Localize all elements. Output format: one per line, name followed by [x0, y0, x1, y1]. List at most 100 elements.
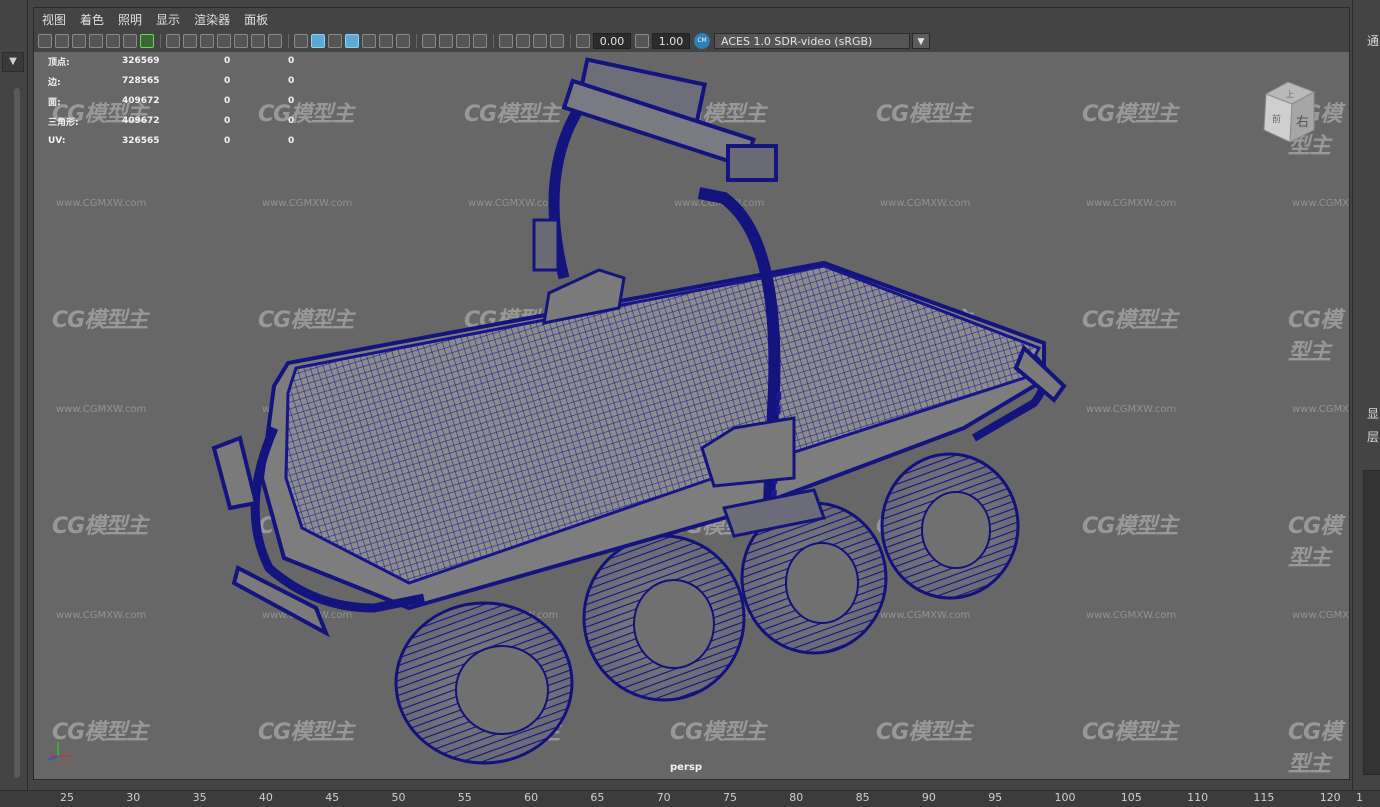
right-panel-scroll-area[interactable]	[1363, 470, 1380, 775]
hud-v1: 326569	[122, 56, 160, 66]
field-chart-icon[interactable]	[234, 34, 248, 48]
ruler-tick-label: 105	[1120, 791, 1142, 804]
ruler-tick-label: 80	[789, 791, 804, 804]
motion-blur-icon[interactable]	[439, 34, 453, 48]
resolution-gate-icon[interactable]	[200, 34, 214, 48]
depth-of-field-icon[interactable]	[473, 34, 487, 48]
ruler-tick-label: 30	[126, 791, 141, 804]
color-space-select[interactable]: ACES 1.0 SDR-video (sRGB)	[714, 33, 910, 49]
camera-attributes-icon[interactable]	[55, 34, 69, 48]
color-management-icon[interactable]: CM	[694, 33, 710, 49]
hud-v3: 0	[288, 56, 295, 66]
ruler-tick-label: 55	[457, 791, 472, 804]
ruler-tick-label: 65	[590, 791, 605, 804]
ruler-tick-label: 60	[524, 791, 539, 804]
menu-lighting[interactable]: 照明	[118, 11, 142, 28]
ruler-tick-label: 120	[1319, 791, 1341, 804]
hud-v2: 0	[224, 56, 231, 66]
viewcube-front-label: 前	[1272, 113, 1281, 125]
ruler-tick-label: 40	[258, 791, 273, 804]
safe-title-icon[interactable]	[268, 34, 282, 48]
multisample-aa-icon[interactable]	[456, 34, 470, 48]
smooth-shade-icon[interactable]	[311, 34, 325, 48]
left-scrollbar[interactable]	[14, 88, 20, 778]
menu-renderer[interactable]: 渲染器	[194, 11, 230, 28]
use-all-lights-icon[interactable]	[379, 34, 393, 48]
ruler-tick-label: 70	[656, 791, 671, 804]
hud-label: 面:	[48, 97, 61, 108]
ambient-occlusion-icon[interactable]	[422, 34, 436, 48]
ruler-tick-label: 115	[1253, 791, 1275, 804]
wireframe-icon[interactable]	[294, 34, 308, 48]
toolbar-separator	[160, 34, 161, 48]
grid-icon[interactable]	[166, 34, 180, 48]
gamma-icon[interactable]	[635, 34, 649, 48]
camera-lock-icon[interactable]	[106, 34, 120, 48]
ruler-tick-label: 100	[1054, 791, 1076, 804]
wheel-front-right	[582, 534, 746, 702]
menu-panels[interactable]: 面板	[244, 11, 268, 28]
exposure-icon[interactable]	[576, 34, 590, 48]
default-material-icon[interactable]	[328, 34, 342, 48]
ruler-tick-label: 25	[60, 791, 74, 804]
hud-label: 边:	[48, 77, 61, 88]
safe-action-icon[interactable]	[251, 34, 265, 48]
select-camera-icon[interactable]	[38, 34, 52, 48]
menu-view[interactable]: 视图	[42, 11, 66, 28]
xray-joints-icon[interactable]	[516, 34, 530, 48]
hud-row: UV: 326565 0 0	[48, 131, 328, 151]
persp-viewport[interactable]: CG模型主 www.CGMXW.com CG模型主 www.CGMXW.com CG模型…	[33, 7, 1350, 780]
hud-v1: 409672	[122, 96, 160, 106]
hud-v2: 0	[224, 136, 231, 146]
xray-active-icon[interactable]	[533, 34, 547, 48]
chevron-down-icon[interactable]: ▼	[912, 33, 930, 49]
gamma-field[interactable]: 1.00	[652, 33, 690, 49]
2d-pan-zoom-icon[interactable]	[123, 34, 137, 48]
exposure-field[interactable]: 0.00	[593, 33, 631, 49]
hud-v1: 326565	[122, 136, 160, 146]
toolbar-separator	[288, 34, 289, 48]
viewport-menubar: 视图 着色 照明 显示 渲染器 面板	[34, 8, 1349, 30]
ruler-tick-label: 35	[192, 791, 207, 804]
wireframe-on-shaded-icon[interactable]	[345, 34, 359, 48]
xray-icon[interactable]	[362, 34, 376, 48]
menu-shading[interactable]: 着色	[80, 11, 104, 28]
viewport-toolbar: 0.00 1.00 CM ACES 1.0 SDR-video (sRGB) ▼	[34, 30, 1349, 52]
image-plane-icon[interactable]	[89, 34, 103, 48]
right-panel-tab-display[interactable]: 显	[1367, 405, 1379, 422]
hud-row: 面: 409672 0 0	[48, 91, 328, 111]
bookmark-icon[interactable]	[72, 34, 86, 48]
ruler-tick-label: 90	[921, 791, 936, 804]
hud-row: 边: 728565 0 0	[48, 71, 328, 91]
gate-mask-icon[interactable]	[217, 34, 231, 48]
wheel-rear-right	[880, 452, 1020, 600]
right-panel: 通 显 层	[1352, 0, 1380, 790]
toolbar-separator	[416, 34, 417, 48]
maya-window: ▼ CG模型主 www.CGMXW.com CG模型主 www.CGMXW.com CG…	[0, 0, 1380, 807]
hud-v2: 0	[224, 96, 231, 106]
hud-v3: 0	[288, 116, 295, 126]
ruler-tick-label: 45	[325, 791, 340, 804]
menu-show[interactable]: 显示	[156, 11, 180, 28]
grease-pencil-icon[interactable]	[140, 34, 154, 48]
toolbar-separator	[570, 34, 571, 48]
shadows-icon[interactable]	[396, 34, 410, 48]
ruler-tick-label: 110	[1187, 791, 1209, 804]
frame-icon[interactable]	[550, 34, 564, 48]
isolate-select-icon[interactable]	[499, 34, 513, 48]
ruler-tick-label: 50	[391, 791, 406, 804]
right-panel-tab-top[interactable]: 通	[1367, 32, 1379, 49]
camera-name-label: persp	[670, 762, 702, 773]
hud-v2: 0	[224, 76, 231, 86]
ruler-tick-label: 75	[723, 791, 737, 804]
time-slider-ruler[interactable]: 25 30 35 40 45 50 55 60 65 70 75 80 85 90 95 100 105 110 1…	[0, 790, 1380, 807]
film-gate-icon[interactable]	[183, 34, 197, 48]
right-panel-tab-layers[interactable]: 层	[1367, 428, 1379, 445]
left-panel: ▼	[0, 0, 28, 790]
hud-v1: 728565	[122, 76, 160, 86]
hud-v3: 0	[288, 96, 295, 106]
hud-v1: 409672	[122, 116, 160, 126]
viewcube[interactable]: 上 前 右	[1260, 78, 1320, 148]
left-dropdown-button[interactable]: ▼	[2, 52, 24, 72]
hud-label: UV:	[48, 136, 66, 146]
